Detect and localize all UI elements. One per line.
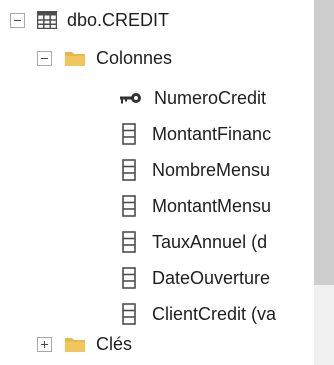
tree-node-column[interactable]: NombreMensu: [122, 154, 270, 186]
collapse-toggle[interactable]: [37, 50, 52, 66]
tree-node-column[interactable]: MontantMensu: [122, 190, 271, 222]
expand-toggle[interactable]: [37, 336, 52, 352]
tree-node-column[interactable]: ClientCredit (va: [122, 298, 276, 330]
column-label: MontantMensu: [152, 196, 272, 216]
column-icon: [122, 195, 136, 217]
tree-node-columns-folder[interactable]: Colonnes: [37, 42, 172, 74]
collapse-toggle[interactable]: [10, 12, 25, 28]
tree-node-column[interactable]: TauxAnnuel (d: [122, 226, 267, 258]
tree-node-table[interactable]: dbo.CREDIT: [10, 4, 169, 36]
tree-node-column[interactable]: MontantFinanc: [122, 118, 271, 150]
column-label: NumeroCredit: [154, 88, 267, 108]
column-label: TauxAnnuel (d: [152, 232, 268, 252]
column-label: MontantFinanc: [152, 124, 272, 144]
columns-folder-label: Colonnes: [96, 48, 173, 68]
column-label: NombreMensu: [152, 160, 271, 180]
folder-icon: [65, 338, 85, 352]
folder-icon: [65, 52, 85, 66]
scrollbar-thumb[interactable]: [314, 0, 334, 285]
column-icon: [122, 231, 136, 253]
table-label: dbo.CREDIT: [67, 10, 170, 30]
keys-folder-label: Clés: [96, 334, 133, 354]
key-icon: [120, 93, 141, 104]
tree-node-keys-folder[interactable]: Clés: [37, 328, 132, 360]
column-icon: [122, 267, 136, 289]
column-label: DateOuverture: [152, 268, 271, 288]
column-icon: [122, 159, 136, 181]
object-explorer-tree: dbo.CREDIT Colonnes NumeroCredit Montant…: [0, 0, 334, 365]
tree-node-column[interactable]: DateOuverture: [122, 262, 270, 294]
column-icon: [122, 123, 136, 145]
column-label: ClientCredit (va: [152, 304, 277, 324]
table-icon: [37, 11, 57, 29]
column-icon: [122, 303, 136, 325]
tree-node-column[interactable]: NumeroCredit: [120, 82, 266, 114]
